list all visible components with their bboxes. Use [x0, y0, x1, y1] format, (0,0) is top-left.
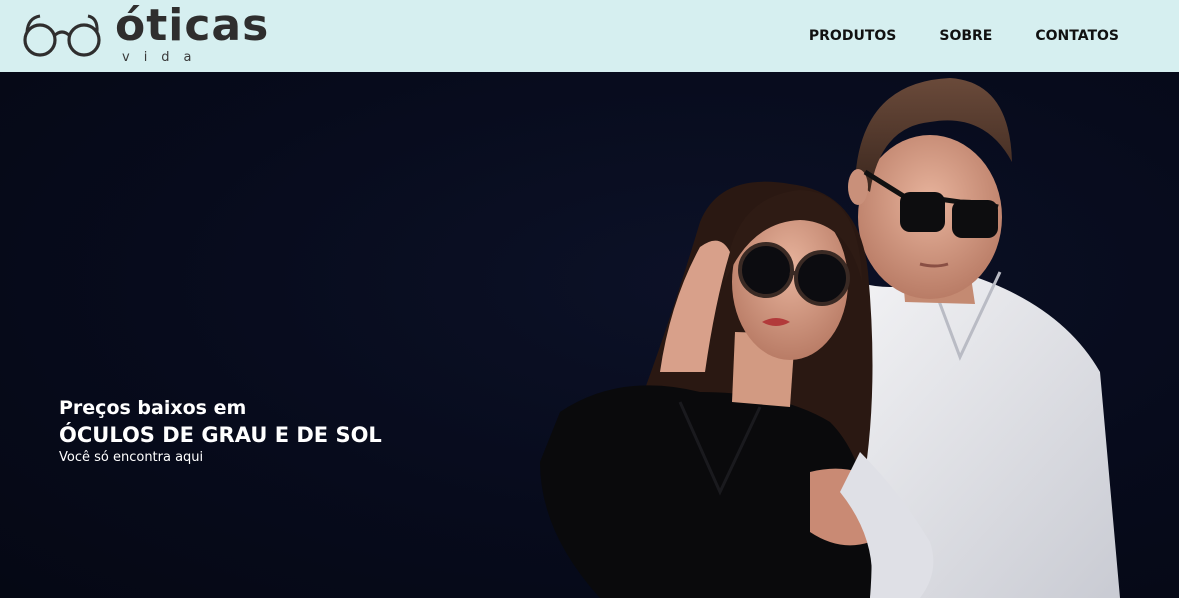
- hero-heading-line1: Preços baixos em: [59, 397, 247, 419]
- hero-tagline: Você só encontra aqui: [59, 450, 204, 465]
- hero-copy: Preços baixos em ÓCULOS DE GRAU E DE SOL…: [59, 396, 382, 466]
- brand-subtitle: vida: [122, 50, 206, 65]
- nav-link-sobre[interactable]: SOBRE: [939, 28, 992, 44]
- nav-link-produtos[interactable]: PRODUTOS: [809, 28, 896, 44]
- couple-wearing-sunglasses-photo: [540, 78, 1120, 598]
- nav-link-contatos[interactable]: CONTATOS: [1035, 28, 1119, 44]
- brand-logo[interactable]: óticas vida: [22, 4, 272, 66]
- glasses-icon: [23, 14, 101, 57]
- brand-name: óticas: [115, 0, 270, 51]
- main-nav: PRODUTOS SOBRE CONTATOS: [766, 0, 1119, 72]
- hero-heading-line2: ÓCULOS DE GRAU E DE SOL: [59, 423, 382, 447]
- hero-banner: Preços baixos em ÓCULOS DE GRAU E DE SOL…: [0, 72, 1179, 598]
- site-header: óticas vida PRODUTOS SOBRE CONTATOS: [0, 0, 1179, 72]
